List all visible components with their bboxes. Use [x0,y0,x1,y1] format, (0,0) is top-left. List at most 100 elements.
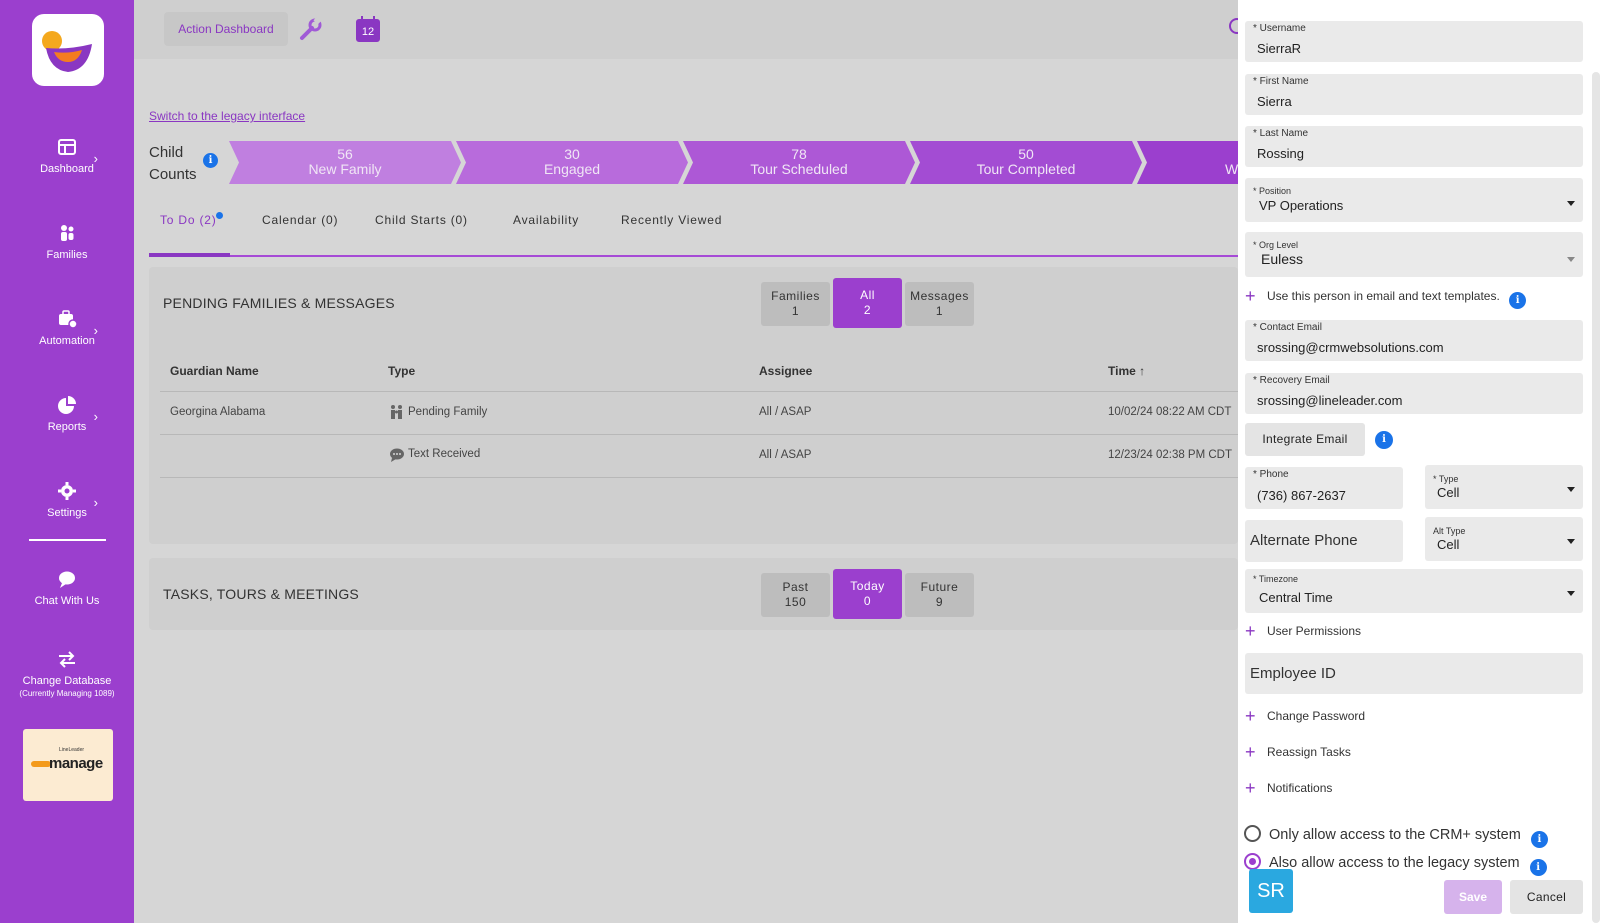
child-counts-label: Child Counts i [149,142,218,186]
manage-logo[interactable]: LineLeader manage [23,729,113,801]
user-edit-panel: * Username SierraR * First Name Sierra *… [1238,0,1612,923]
child-counts-line1: Child [149,144,184,161]
sidebar-item-label: Automation [39,335,95,347]
info-icon[interactable]: i [203,153,218,168]
funnel-label: W [1225,161,1238,177]
segment-today[interactable]: Today 0 [833,569,902,619]
segment-label: Today [850,579,885,593]
sidebar-item-families[interactable]: Families [0,223,134,261]
plus-icon: + [1245,706,1256,726]
field-label: * Position [1253,186,1292,196]
segment-count: 1 [791,304,800,318]
change-password-label: Change Password [1267,709,1366,723]
scrollbar[interactable] [1592,72,1600,923]
sidebar-item-dashboard[interactable]: Dashboard › [0,137,134,175]
phone-field[interactable]: * Phone (736) 867-2637 [1245,467,1403,509]
chevron-right-icon: › [93,151,98,166]
info-icon[interactable]: i [1529,859,1547,876]
cell-time: 10/02/24 08:22 AM CDT [1108,406,1232,418]
action-dashboard-button[interactable]: Action Dashboard [164,12,288,46]
funnel-count: 30 [564,146,580,162]
employee-id-field[interactable]: Employee ID [1245,653,1583,694]
sidebar-item-settings[interactable]: Settings › [0,481,134,519]
user-permissions-toggle[interactable]: + User Permissions [1245,622,1361,640]
segment-label: Future [920,580,959,594]
field-label: * Org Level [1253,240,1299,250]
sidebar-item-change-database[interactable]: Change Database (Currently Managing 1089… [0,649,134,698]
funnel-stage-engaged[interactable]: 30 Engaged [456,141,688,184]
settings-icon [58,482,76,500]
radio-button[interactable] [1244,825,1261,842]
child-counts-line2: Counts [149,166,197,183]
funnel-stage-partial[interactable]: W [1137,141,1238,184]
contact-email-field[interactable]: * Contact Email srossing@crmwebsolutions… [1245,320,1583,361]
timezone-select[interactable]: * Timezone Central Time [1245,569,1583,613]
field-placeholder: Alternate Phone [1250,532,1358,549]
row-divider [160,391,1238,392]
column-header-assignee[interactable]: Assignee [759,364,812,378]
first-name-field[interactable]: * First Name Sierra [1245,74,1583,115]
card-title: PENDING FAMILIES & MESSAGES [163,295,395,311]
radio-crm-only[interactable]: Only allow access to the CRM+ system i [1244,825,1548,848]
avatar[interactable]: SR [1249,869,1293,913]
alt-type-select[interactable]: Alt Type Cell [1425,517,1583,561]
info-icon[interactable]: i [1530,831,1548,848]
change-password-toggle[interactable]: + Change Password [1245,706,1366,726]
segment-all[interactable]: All 2 [833,278,902,328]
recovery-email-field[interactable]: * Recovery Email srossing@lineleader.com [1245,373,1583,414]
reassign-tasks-toggle[interactable]: + Reassign Tasks [1245,743,1351,761]
sidebar-item-chat[interactable]: Chat With Us [0,569,134,607]
manage-logo-swoosh [31,761,51,767]
sidebar-item-automation[interactable]: Automation › [0,309,134,347]
segment-count: 9 [935,595,944,609]
calendar-day: 12 [361,26,375,38]
dashboard-icon [58,139,76,155]
save-button[interactable]: Save [1444,880,1502,914]
use-in-templates-toggle[interactable]: + Use this person in email and text templ… [1245,287,1527,309]
tab-to-do[interactable]: To Do (2) [160,213,217,227]
message-icon [389,447,405,465]
segment-past[interactable]: Past 150 [761,573,830,617]
position-select[interactable]: * Position VP Operations [1245,178,1583,222]
segment-messages[interactable]: Messages 1 [905,282,974,326]
tab-child-starts[interactable]: Child Starts (0) [375,213,468,227]
field-value: Central Time [1259,590,1333,605]
dropdown-caret-icon [1567,257,1575,262]
info-icon[interactable]: i [1375,431,1393,449]
sidebar-item-reports[interactable]: Reports › [0,395,134,433]
notifications-toggle[interactable]: + Notifications [1245,779,1332,797]
segment-families[interactable]: Families 1 [761,282,830,326]
info-icon[interactable]: i [1509,292,1527,309]
column-header-time[interactable]: Time ↑ [1108,364,1145,378]
dropdown-caret-icon [1567,591,1575,596]
field-label: * Last Name [1253,128,1309,139]
calendar-icon[interactable]: 12 [356,16,380,42]
funnel-stage-tour-completed[interactable]: 50 Tour Completed [910,141,1142,184]
sidebar-item-label: Settings [47,507,87,519]
column-header-guardian[interactable]: Guardian Name [170,364,259,378]
funnel-stage-new-family[interactable]: 56 New Family [229,141,461,184]
username-field[interactable]: * Username SierraR [1245,21,1583,62]
wrench-icon[interactable] [298,16,324,42]
phone-type-select[interactable]: * Type Cell [1425,465,1583,509]
radio-label: Only allow access to the CRM+ system [1269,827,1521,843]
tab-recently-viewed[interactable]: Recently Viewed [621,213,722,227]
cancel-button[interactable]: Cancel [1510,880,1583,914]
cell-guardian[interactable]: Georgina Alabama [170,406,265,418]
column-header-type[interactable]: Type [388,364,415,378]
app-logo[interactable] [32,14,104,86]
funnel-stage-tour-scheduled[interactable]: 78 Tour Scheduled [683,141,915,184]
org-level-select[interactable]: * Org Level Euless [1245,232,1583,277]
last-name-field[interactable]: * Last Name Rossing [1245,126,1583,167]
radio-button-selected[interactable] [1244,853,1261,870]
integrate-email-button[interactable]: Integrate Email [1245,423,1365,456]
segment-future[interactable]: Future 9 [905,573,974,617]
funnel-label: Tour Scheduled [750,161,848,177]
field-value: srossing@lineleader.com [1257,393,1403,408]
tab-calendar[interactable]: Calendar (0) [262,213,338,227]
alternate-phone-field[interactable]: Alternate Phone [1245,520,1403,562]
notification-dot [216,212,223,219]
tab-availability[interactable]: Availability [513,213,579,227]
legacy-interface-link[interactable]: Switch to the legacy interface [149,109,305,123]
field-label: * Username [1253,23,1306,34]
